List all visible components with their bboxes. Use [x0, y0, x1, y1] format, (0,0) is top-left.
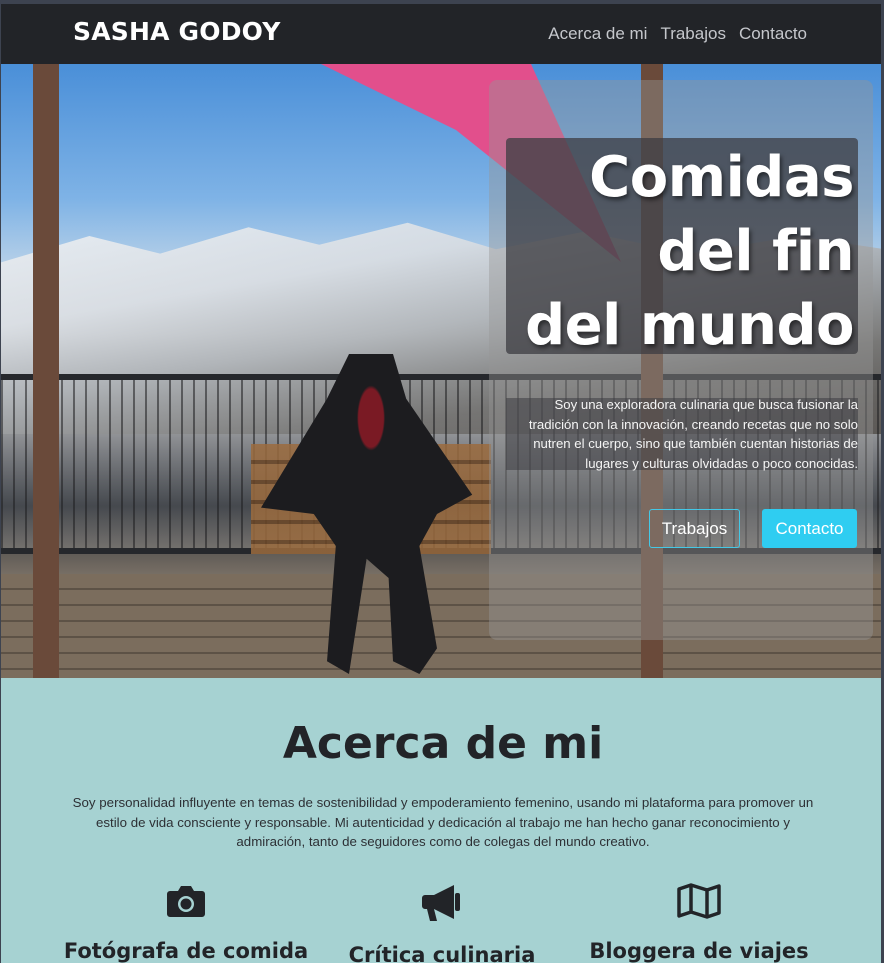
brand-logo[interactable]: SASHA GODOY	[73, 17, 281, 46]
map-icon	[677, 883, 721, 919]
nav-link-acerca[interactable]: Acerca de mi	[548, 24, 647, 44]
nav-link-trabajos[interactable]: Trabajos	[660, 24, 726, 44]
feature-title: Bloggera de viajes	[589, 939, 809, 963]
hero-title: Comidas del fin del mundo	[514, 141, 854, 363]
feature-travel-blogger: Bloggera de viajes	[569, 883, 829, 963]
megaphone-icon	[422, 885, 460, 921]
navbar: SASHA GODOY Acerca de mi Trabajos Contac…	[0, 0, 884, 64]
feature-food-photographer: Fotógrafa de comida	[56, 883, 316, 963]
about-title: Acerca de mi	[282, 718, 604, 769]
hero-background-pole	[33, 64, 59, 678]
hero-description: Soy una exploradora culinaria que busca …	[528, 397, 858, 471]
camera-icon	[167, 886, 205, 917]
feature-food-critic: Crítica culinaria	[312, 883, 572, 963]
feature-title: Fotógrafa de comida	[63, 939, 309, 963]
feature-title: Crítica culinaria	[348, 943, 536, 963]
about-text: Soy personalidad influyente en temas de …	[72, 795, 814, 849]
hero-title-line: del fin	[657, 219, 854, 284]
hero-title-line: del mundo	[525, 293, 854, 358]
nav-links: Acerca de mi Trabajos Contacto	[548, 24, 807, 44]
hero-title-line: Comidas	[589, 145, 854, 210]
about-section: Acerca de mi Soy personalidad influyente…	[0, 678, 884, 963]
contacto-button[interactable]: Contacto	[762, 509, 857, 548]
nav-link-contacto[interactable]: Contacto	[739, 24, 807, 44]
hero-section: Comidas del fin del mundo Soy una explor…	[0, 64, 884, 678]
trabajos-button[interactable]: Trabajos	[649, 509, 740, 548]
